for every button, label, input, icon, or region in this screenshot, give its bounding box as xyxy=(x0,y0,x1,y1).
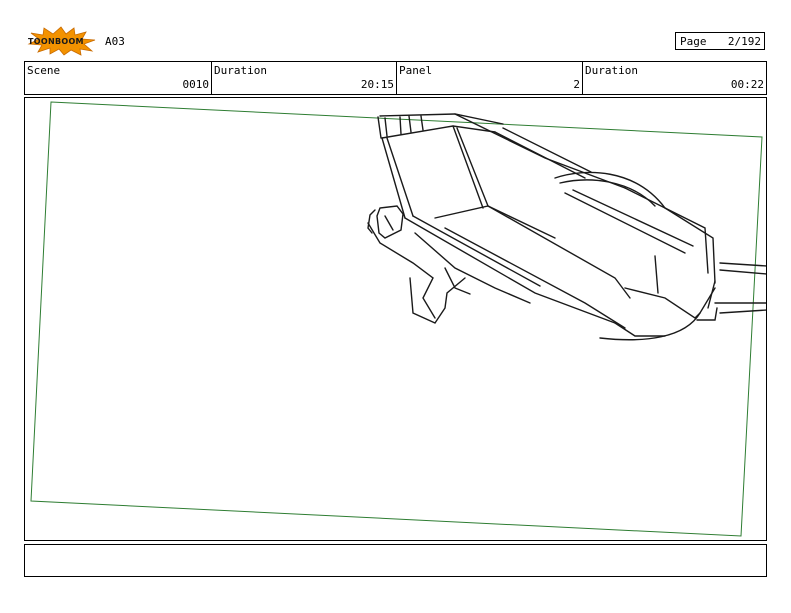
panel-duration-label: Duration xyxy=(585,64,638,77)
scene-duration-field: Duration 20:15 xyxy=(211,62,396,94)
caption-box[interactable] xyxy=(24,544,767,577)
logo-text: TOONBOOM xyxy=(28,37,84,46)
toonboom-logo: TOONBOOM xyxy=(26,26,96,56)
drawing-panel[interactable] xyxy=(24,97,767,541)
panel-duration-field: Duration 00:22 xyxy=(582,62,766,94)
page-indicator: Page 2/192 xyxy=(675,32,765,50)
scene-id: A03 xyxy=(105,35,125,48)
scene-duration-label: Duration xyxy=(214,64,267,77)
scene-value: 0010 xyxy=(182,78,210,91)
scene-duration-value: 20:15 xyxy=(360,78,394,91)
page-label: Page xyxy=(680,35,707,48)
panel-canvas xyxy=(30,101,766,537)
info-bar: Scene 0010 Duration 20:15 Panel 2 Durati… xyxy=(24,61,767,95)
scene-field: Scene 0010 xyxy=(25,62,211,94)
panel-duration-value: 00:22 xyxy=(730,78,764,91)
panel-value: 2 xyxy=(573,78,580,91)
panel-label: Panel xyxy=(399,64,433,77)
spaceship-sketch xyxy=(367,113,766,341)
panel-field: Panel 2 xyxy=(396,62,582,94)
page-value: 2/192 xyxy=(727,35,761,48)
scene-label: Scene xyxy=(27,64,61,77)
